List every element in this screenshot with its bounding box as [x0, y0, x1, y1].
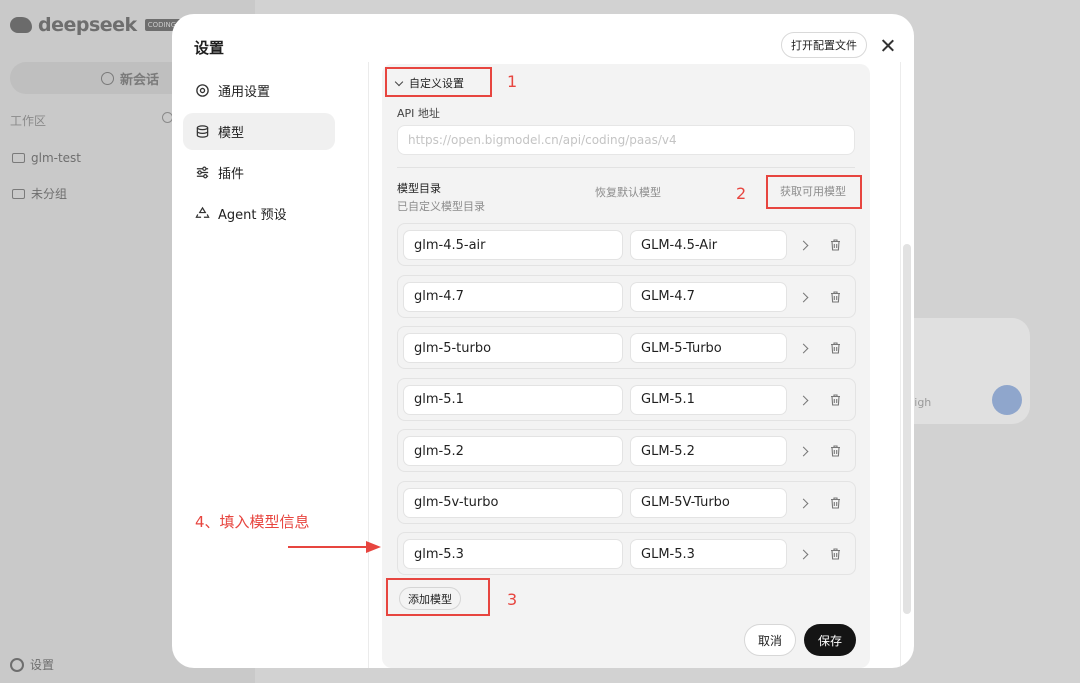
folder-icon	[12, 153, 25, 163]
model-row	[397, 377, 856, 421]
folder-icon	[12, 188, 25, 199]
restore-default-models-link[interactable]: 恢复默认模型	[595, 184, 661, 200]
chevron-right-icon[interactable]	[796, 442, 814, 460]
chevron-right-icon[interactable]	[796, 391, 814, 409]
trash-icon[interactable]	[826, 494, 844, 512]
plus-circle-icon	[100, 71, 114, 85]
modal-title: 设置	[194, 39, 225, 57]
folder-item[interactable]: glm-test	[12, 151, 81, 165]
scrollbar-thumb[interactable]	[903, 244, 911, 614]
recycle-icon	[194, 206, 210, 222]
model-id-input[interactable]	[403, 230, 623, 260]
trash-icon[interactable]	[826, 442, 844, 460]
chevron-right-icon[interactable]	[796, 339, 814, 357]
open-config-button[interactable]: 打开配置文件	[781, 32, 867, 58]
annotation-number-1: 1	[507, 72, 518, 91]
trash-icon[interactable]	[826, 236, 844, 254]
model-row	[397, 326, 856, 369]
app-logo: deepseek CODING CLI	[10, 14, 193, 36]
scrollbar-track	[900, 62, 901, 668]
nav-item-models[interactable]: 模型	[183, 113, 335, 150]
gear-icon	[10, 657, 24, 672]
nav-label: 通用设置	[218, 85, 271, 100]
model-id-input[interactable]	[403, 384, 623, 415]
trash-icon[interactable]	[826, 339, 844, 357]
nav-label: Agent 预设	[218, 208, 287, 223]
model-row	[397, 274, 856, 318]
model-name-input[interactable]	[630, 487, 787, 518]
model-name-input[interactable]	[630, 436, 787, 466]
annotation-box-3	[386, 578, 490, 616]
model-name-input[interactable]	[630, 384, 787, 415]
folder-label: glm-test	[31, 151, 82, 165]
model-catalog-title: 模型目录	[397, 182, 441, 195]
model-id-input[interactable]	[403, 487, 623, 518]
trash-icon[interactable]	[826, 545, 844, 563]
nav-label: 模型	[218, 126, 245, 141]
settings-modal: 设置 打开配置文件 通用设置 模型 插件 Agent 预设 自定义设置 API …	[172, 14, 914, 668]
send-icon	[992, 385, 1022, 415]
model-id-input[interactable]	[403, 281, 623, 312]
model-list	[397, 223, 856, 584]
cancel-button[interactable]: 取消	[744, 624, 796, 656]
annotation-number-2: 2	[736, 184, 747, 203]
annotation-label-4: 4、填入模型信息	[195, 513, 310, 531]
trash-icon[interactable]	[826, 391, 844, 409]
folder-label: 未分组	[31, 187, 68, 201]
model-name-input[interactable]	[630, 333, 787, 363]
nav-label: 插件	[218, 167, 245, 182]
folder-item[interactable]: 未分组	[12, 185, 67, 202]
model-row	[397, 429, 856, 472]
chevron-right-icon[interactable]	[796, 288, 814, 306]
close-icon[interactable]	[878, 36, 898, 56]
nav-item-plugins[interactable]: 插件	[183, 154, 335, 191]
vertical-divider	[368, 62, 369, 668]
annotation-number-3: 3	[507, 590, 518, 609]
settings-nav: 通用设置 模型 插件 Agent 预设	[183, 72, 335, 236]
chevron-right-icon[interactable]	[796, 494, 814, 512]
model-name-input[interactable]	[630, 230, 787, 260]
sliders-icon	[194, 165, 210, 181]
annotation-box-1	[385, 67, 492, 97]
annotation-arrow-icon	[288, 541, 381, 553]
section-divider	[397, 167, 855, 168]
model-row	[397, 532, 856, 575]
database-icon	[194, 124, 210, 140]
model-name-input[interactable]	[630, 281, 787, 312]
nav-item-general[interactable]: 通用设置	[183, 72, 335, 109]
annotation-box-2	[766, 175, 862, 209]
save-button[interactable]: 保存	[804, 624, 856, 656]
new-chat-label: 新会话	[119, 72, 159, 88]
model-id-input[interactable]	[403, 539, 623, 569]
sidebar-settings-label: 设置	[30, 658, 55, 672]
api-url-label: API 地址	[397, 107, 440, 120]
api-url-input[interactable]	[397, 125, 855, 155]
logo-text: deepseek	[38, 14, 137, 36]
workspace-label: 工作区	[10, 114, 47, 128]
model-id-input[interactable]	[403, 333, 623, 363]
gear-icon	[194, 83, 210, 99]
whale-logo-icon	[10, 17, 32, 33]
model-row	[397, 480, 856, 524]
sidebar-settings-button[interactable]: 设置	[10, 656, 54, 673]
chevron-right-icon[interactable]	[796, 545, 814, 563]
chevron-right-icon[interactable]	[796, 236, 814, 254]
trash-icon[interactable]	[826, 288, 844, 306]
model-catalog-subtitle: 已自定义模型目录	[397, 200, 485, 213]
nav-item-agent-presets[interactable]: Agent 预设	[183, 195, 335, 232]
model-name-input[interactable]	[630, 539, 787, 569]
model-id-input[interactable]	[403, 436, 623, 466]
model-row	[397, 223, 856, 266]
